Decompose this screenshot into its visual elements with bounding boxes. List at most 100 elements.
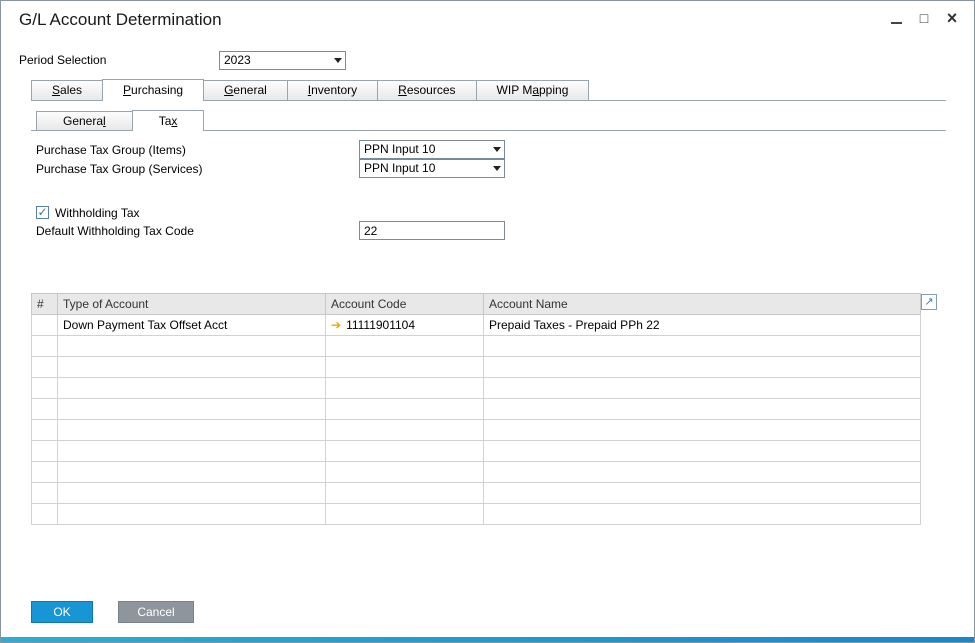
withholding-tax-checkbox[interactable]: ✓ — [36, 206, 49, 219]
purchase-tax-group-services-label: Purchase Tax Group (Services) — [36, 161, 203, 176]
cell-account-name[interactable] — [483, 356, 921, 378]
cell-account-code[interactable] — [325, 356, 484, 378]
window-bottom-accent — [1, 637, 974, 642]
cell-num[interactable] — [31, 377, 58, 399]
tab-sales[interactable]: Sales — [31, 80, 104, 100]
expand-table-icon[interactable]: ↗ — [921, 294, 937, 310]
cell-num[interactable] — [31, 398, 58, 420]
sub-tab-strip: General Tax — [31, 110, 946, 131]
cell-account-code[interactable] — [325, 398, 484, 420]
cell-num[interactable] — [31, 482, 58, 504]
cell-account-code[interactable] — [325, 503, 484, 525]
cell-account-name[interactable] — [483, 335, 921, 357]
cell-account-name[interactable]: Prepaid Taxes - Prepaid PPh 22 — [483, 314, 921, 336]
cell-type-of-account[interactable] — [57, 398, 326, 420]
tab-wip-mapping[interactable]: WIP Mapping — [475, 80, 590, 100]
column-header-account-code[interactable]: Account Code — [325, 293, 484, 315]
close-icon[interactable]: × — [944, 8, 960, 28]
cell-type-of-account[interactable] — [57, 482, 326, 504]
table-row[interactable] — [31, 398, 921, 420]
footer-buttons: OK Cancel — [31, 601, 194, 623]
cell-account-name[interactable] — [483, 482, 921, 504]
accounts-grid-container: # Type of Account Account Code Account Name… — [31, 293, 937, 525]
withholding-tax-row: ✓ Withholding Tax — [36, 203, 140, 222]
column-header-type-of-account[interactable]: Type of Account — [57, 293, 326, 315]
cell-num[interactable] — [31, 419, 58, 441]
cell-account-code[interactable] — [325, 461, 484, 483]
title-bar: G/L Account Determination □ × — [1, 1, 974, 37]
gl-account-determination-window: G/L Account Determination □ × Period Sel… — [0, 0, 975, 643]
table-row[interactable] — [31, 461, 921, 483]
window-controls: □ × — [888, 8, 960, 28]
cell-account-code[interactable] — [325, 377, 484, 399]
table-row[interactable] — [31, 419, 921, 441]
table-header-row: # Type of Account Account Code Account Name — [31, 293, 921, 315]
column-header-num[interactable]: # — [31, 293, 58, 315]
subtab-tax[interactable]: Tax — [131, 110, 205, 131]
window-title: G/L Account Determination — [19, 10, 222, 29]
period-selection-row: Period Selection 2023 — [19, 50, 346, 70]
cell-num[interactable] — [31, 503, 58, 525]
purchase-tax-group-services-value: PPN Input 10 — [364, 161, 436, 175]
cell-num[interactable] — [31, 335, 58, 357]
table-row[interactable] — [31, 503, 921, 525]
account-code-value: 11111901104 — [346, 318, 416, 332]
cell-type-of-account[interactable] — [57, 377, 326, 399]
cell-account-code[interactable] — [325, 335, 484, 357]
cell-type-of-account[interactable] — [57, 440, 326, 462]
purchase-tax-group-items-row: Purchase Tax Group (Items) PPN Input 10 — [36, 140, 505, 159]
dropdown-arrow-icon — [331, 52, 345, 69]
cell-type-of-account[interactable]: Down Payment Tax Offset Acct — [57, 314, 326, 336]
cell-account-name[interactable] — [483, 377, 921, 399]
period-selection-label: Period Selection — [19, 53, 107, 67]
purchase-tax-group-items-dropdown[interactable]: PPN Input 10 — [359, 140, 505, 159]
cell-num[interactable] — [31, 461, 58, 483]
cell-account-name[interactable] — [483, 461, 921, 483]
default-withholding-tax-code-row: Default Withholding Tax Code — [36, 221, 505, 240]
main-tab-strip: Sales Purchasing General Inventory Resources… — [31, 79, 946, 101]
cell-account-name[interactable] — [483, 440, 921, 462]
period-selection-value: 2023 — [224, 52, 251, 67]
cancel-button[interactable]: Cancel — [118, 601, 194, 623]
accounts-table: # Type of Account Account Code Account Name… — [31, 293, 921, 525]
minimize-icon[interactable] — [888, 9, 904, 27]
tab-inventory[interactable]: Inventory — [286, 80, 379, 100]
cell-num[interactable] — [31, 440, 58, 462]
link-arrow-icon[interactable]: ➔ — [331, 318, 341, 332]
dropdown-arrow-icon — [490, 160, 504, 177]
column-header-account-name[interactable]: Account Name — [483, 293, 921, 315]
cell-account-name[interactable] — [483, 419, 921, 441]
cell-type-of-account[interactable] — [57, 335, 326, 357]
cell-account-code[interactable] — [325, 440, 484, 462]
cell-account-name[interactable] — [483, 503, 921, 525]
cell-num[interactable] — [31, 314, 58, 336]
cell-type-of-account[interactable] — [57, 356, 326, 378]
tab-purchasing[interactable]: Purchasing — [102, 79, 205, 101]
purchase-tax-group-items-label: Purchase Tax Group (Items) — [36, 142, 186, 157]
dropdown-arrow-icon — [490, 141, 504, 158]
ok-button[interactable]: OK — [31, 601, 93, 623]
cell-type-of-account[interactable] — [57, 419, 326, 441]
tab-resources[interactable]: Resources — [377, 80, 477, 100]
cell-account-code[interactable] — [325, 482, 484, 504]
table-row[interactable] — [31, 356, 921, 378]
cell-num[interactable] — [31, 356, 58, 378]
table-row[interactable] — [31, 440, 921, 462]
purchase-tax-group-services-row: Purchase Tax Group (Services) PPN Input … — [36, 159, 505, 178]
maximize-icon[interactable]: □ — [916, 9, 932, 27]
table-row[interactable]: Down Payment Tax Offset Acct ➔ 11111901104… — [31, 314, 921, 336]
cell-type-of-account[interactable] — [57, 461, 326, 483]
subtab-general[interactable]: General — [36, 111, 133, 130]
table-row[interactable] — [31, 482, 921, 504]
cell-type-of-account[interactable] — [57, 503, 326, 525]
purchase-tax-group-services-dropdown[interactable]: PPN Input 10 — [359, 159, 505, 178]
purchase-tax-group-items-value: PPN Input 10 — [364, 142, 436, 156]
table-row[interactable] — [31, 377, 921, 399]
cell-account-name[interactable] — [483, 398, 921, 420]
period-selection-dropdown[interactable]: 2023 — [219, 50, 346, 70]
cell-account-code[interactable]: ➔ 11111901104 — [325, 314, 484, 336]
default-withholding-tax-code-input[interactable] — [359, 221, 505, 240]
cell-account-code[interactable] — [325, 419, 484, 441]
table-row[interactable] — [31, 335, 921, 357]
tab-general[interactable]: General — [203, 80, 288, 100]
